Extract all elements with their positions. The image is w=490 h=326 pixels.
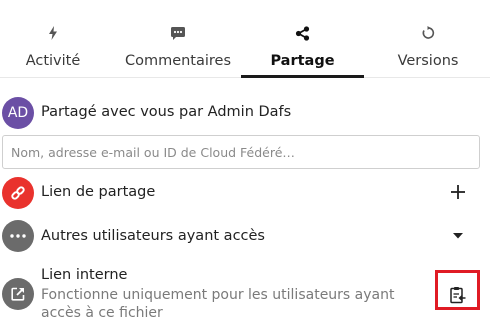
tab-comments-label: Commentaires bbox=[124, 53, 232, 69]
activity-bolt-icon bbox=[0, 24, 106, 42]
tab-versions-label: Versions bbox=[397, 53, 459, 69]
internal-link-description: Fonctionne uniquement pour les utilisate… bbox=[41, 287, 395, 321]
link-icon bbox=[10, 185, 26, 201]
history-icon bbox=[366, 24, 490, 42]
tab-sharing[interactable]: Partage bbox=[241, 0, 364, 78]
internal-link-label: Lien interne bbox=[41, 267, 128, 283]
highlight-box bbox=[435, 270, 480, 310]
expand-other-users-button[interactable] bbox=[443, 221, 473, 251]
tab-versions[interactable]: Versions bbox=[366, 0, 490, 78]
avatar-initials: AD bbox=[7, 105, 29, 121]
plus-icon bbox=[451, 185, 465, 199]
tab-activity[interactable]: Activité bbox=[0, 0, 106, 78]
external-link-icon bbox=[11, 287, 25, 301]
share-link-label[interactable]: Lien de partage bbox=[41, 184, 155, 200]
more-dots-icon bbox=[10, 234, 26, 238]
sidebar-tabs: Activité Commentaires Partage Versions bbox=[0, 0, 490, 78]
share-link-avatar bbox=[2, 177, 34, 209]
avatar: AD bbox=[2, 97, 34, 129]
shared-by-text: Partagé avec vous par Admin Dafs bbox=[41, 104, 292, 120]
tab-comments[interactable]: Commentaires bbox=[116, 0, 240, 78]
caret-down-icon bbox=[453, 233, 463, 239]
comment-icon bbox=[116, 24, 240, 42]
other-users-avatar bbox=[2, 220, 34, 252]
internal-link-avatar bbox=[2, 278, 34, 310]
tab-sharing-label: Partage bbox=[270, 53, 335, 69]
active-tab-indicator bbox=[241, 75, 364, 78]
other-users-label[interactable]: Autres utilisateurs ayant accès bbox=[41, 228, 265, 244]
share-search-input[interactable] bbox=[2, 135, 480, 169]
add-share-link-button[interactable] bbox=[443, 177, 473, 207]
share-icon bbox=[241, 24, 364, 42]
tab-activity-label: Activité bbox=[25, 53, 81, 69]
